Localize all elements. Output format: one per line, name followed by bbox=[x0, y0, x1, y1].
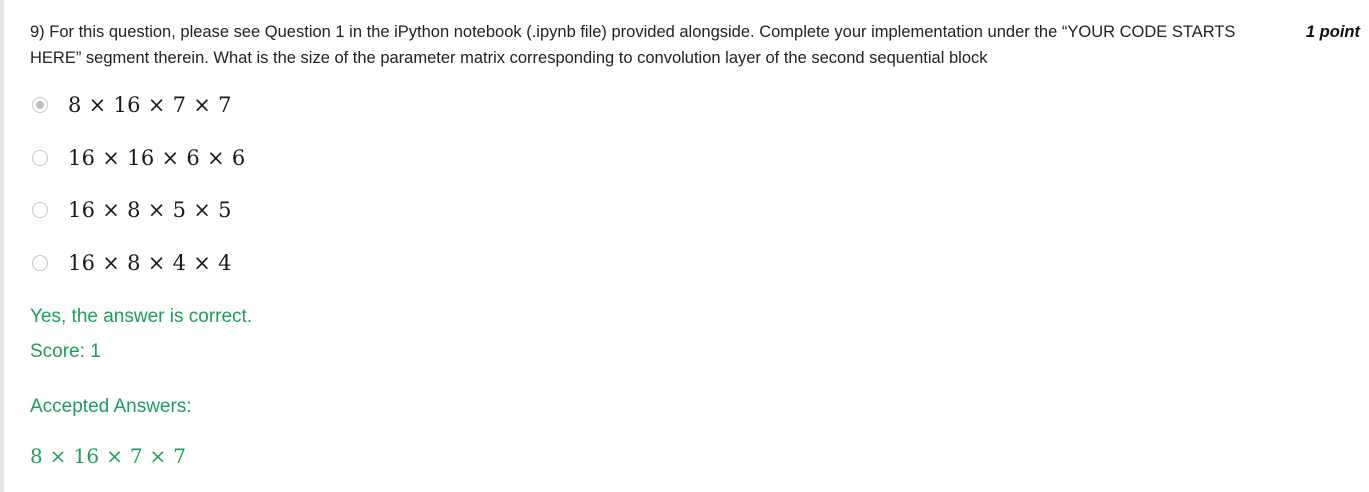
option-4[interactable]: 16 × 8 × 4 × 4 bbox=[32, 244, 246, 297]
radio-button[interactable] bbox=[32, 202, 48, 218]
option-3[interactable]: 16 × 8 × 5 × 5 bbox=[32, 191, 246, 244]
answer-options: 8 × 16 × 7 × 7 16 × 16 × 6 × 6 16 × 8 × … bbox=[32, 86, 246, 296]
option-1[interactable]: 8 × 16 × 7 × 7 bbox=[32, 86, 246, 139]
radio-button-selected[interactable] bbox=[32, 97, 48, 113]
correct-feedback: Yes, the answer is correct. bbox=[30, 306, 253, 327]
option-2[interactable]: 16 × 16 × 6 × 6 bbox=[32, 139, 246, 192]
points-label: 1 point bbox=[1305, 23, 1360, 41]
option-label: 16 × 16 × 6 × 6 bbox=[68, 145, 246, 170]
radio-button[interactable] bbox=[32, 254, 48, 271]
radio-button[interactable] bbox=[32, 149, 48, 166]
question-header: 9) For this question, please see Questio… bbox=[30, 19, 1360, 71]
option-label: 8 × 16 × 7 × 7 bbox=[68, 93, 232, 117]
accepted-answer-value: 8 × 16 × 7 × 7 bbox=[30, 444, 187, 468]
option-label: 16 × 8 × 5 × 5 bbox=[68, 198, 232, 222]
question-text: 9) For this question, please see Questio… bbox=[30, 23, 1236, 67]
accepted-answers-heading: Accepted Answers: bbox=[30, 396, 192, 417]
option-label: 16 × 8 × 4 × 4 bbox=[68, 250, 232, 275]
question-card: 9) For this question, please see Questio… bbox=[0, 0, 1369, 492]
score-text: Score: 1 bbox=[30, 341, 101, 362]
